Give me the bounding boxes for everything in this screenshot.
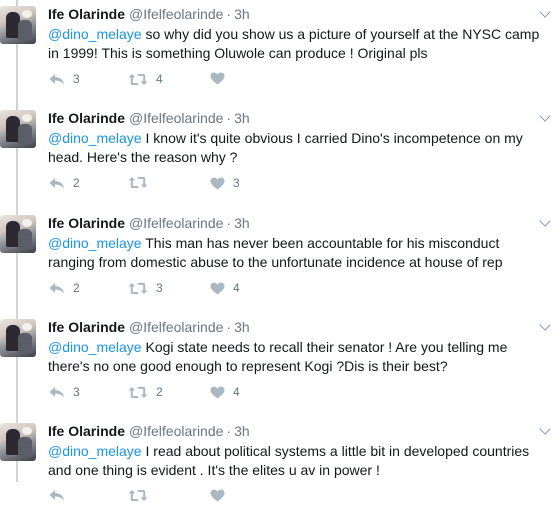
like-count: 4	[233, 281, 240, 295]
mention-link[interactable]: @dino_melaye	[48, 130, 142, 146]
author-handle[interactable]: @Ifelfeolarinde	[129, 6, 223, 22]
tweet-actions: 2 3	[48, 176, 348, 196]
author-name[interactable]: Ife Olarinde	[48, 6, 125, 22]
heart-icon	[210, 489, 225, 502]
chevron-down-icon[interactable]	[539, 110, 551, 122]
reply-count: 3	[73, 72, 80, 86]
tweet-actions: 3 4	[48, 72, 348, 92]
tweet-text: @dino_melaye This man has never been acc…	[48, 234, 548, 272]
heart-icon	[210, 282, 225, 294]
reply-count: 3	[73, 385, 80, 399]
like-count: 3	[233, 176, 240, 190]
like-count: 4	[233, 385, 240, 399]
like-button[interactable]	[210, 489, 233, 502]
tweet-text: @dino_melaye so why did you show us a pi…	[48, 25, 548, 63]
avatar[interactable]	[0, 319, 36, 357]
reply-button[interactable]: 3	[48, 385, 80, 399]
tweet: Ife Olarinde @Ifelfeolarinde · 3h @dino_mel…	[0, 313, 553, 417]
like-button[interactable]	[210, 72, 233, 85]
reply-count: 2	[73, 281, 80, 295]
retweet-button[interactable]	[128, 489, 156, 502]
tweet: Ife Olarinde @Ifelfeolarinde · 3h @dino_mel…	[0, 209, 553, 313]
retweet-button[interactable]: 4	[128, 72, 163, 86]
like-button[interactable]: 3	[210, 176, 240, 190]
retweet-icon	[128, 282, 148, 294]
tweet-text: @dino_melaye Kogi state needs to recall …	[48, 338, 548, 376]
author-handle[interactable]: @Ifelfeolarinde	[129, 110, 223, 126]
separator-dot: ·	[226, 6, 232, 22]
avatar[interactable]	[0, 423, 36, 461]
retweet-button[interactable]: 3	[128, 281, 163, 295]
separator-dot: ·	[226, 423, 232, 439]
retweet-button[interactable]	[128, 176, 156, 189]
tweet-header: Ife Olarinde @Ifelfeolarinde · 3h	[48, 110, 250, 126]
reply-icon	[49, 386, 64, 397]
separator-dot: ·	[226, 110, 232, 126]
like-button[interactable]: 4	[210, 385, 240, 399]
author-handle[interactable]: @Ifelfeolarinde	[129, 319, 223, 335]
heart-icon	[210, 72, 225, 85]
avatar[interactable]	[0, 110, 36, 148]
heart-icon	[210, 386, 225, 398]
chevron-down-icon[interactable]	[539, 6, 551, 18]
separator-dot: ·	[226, 215, 232, 231]
tweet-header: Ife Olarinde @Ifelfeolarinde · 3h	[48, 215, 250, 231]
tweet: Ife Olarinde @Ifelfeolarinde · 3h @dino_mel…	[0, 417, 553, 521]
author-name[interactable]: Ife Olarinde	[48, 319, 125, 335]
reply-button[interactable]: 3	[48, 72, 80, 86]
avatar[interactable]	[0, 6, 36, 44]
tweet-timestamp[interactable]: 3h	[234, 110, 250, 126]
tweet-timestamp[interactable]: 3h	[234, 423, 250, 439]
tweet-text: @dino_melaye I know it's quite obvious I…	[48, 129, 548, 167]
retweet-count: 4	[156, 72, 163, 86]
mention-link[interactable]: @dino_melaye	[48, 235, 142, 251]
tweet-timestamp[interactable]: 3h	[234, 215, 250, 231]
retweet-icon	[128, 177, 148, 188]
tweet-actions: 2 3 4	[48, 281, 348, 301]
tweet: Ife Olarinde @Ifelfeolarinde · 3h @dino_mel…	[0, 0, 553, 104]
mention-link[interactable]: @dino_melaye	[48, 339, 142, 355]
tweet-timestamp[interactable]: 3h	[234, 6, 250, 22]
retweet-icon	[128, 73, 148, 85]
reply-icon	[49, 490, 64, 501]
heart-icon	[210, 177, 225, 189]
like-button[interactable]: 4	[210, 281, 240, 295]
author-name[interactable]: Ife Olarinde	[48, 110, 125, 126]
tweet-header: Ife Olarinde @Ifelfeolarinde · 3h	[48, 6, 250, 22]
reply-icon	[49, 73, 64, 84]
separator-dot: ·	[226, 319, 232, 335]
author-handle[interactable]: @Ifelfeolarinde	[129, 215, 223, 231]
retweet-icon	[128, 386, 148, 398]
reply-icon	[49, 177, 64, 188]
mention-link[interactable]: @dino_melaye	[48, 443, 142, 459]
tweet: Ife Olarinde @Ifelfeolarinde · 3h @dino_mel…	[0, 104, 553, 208]
retweet-count: 2	[156, 385, 163, 399]
author-name[interactable]: Ife Olarinde	[48, 423, 125, 439]
author-handle[interactable]: @Ifelfeolarinde	[129, 423, 223, 439]
reply-button[interactable]: 2	[48, 176, 80, 190]
tweet-actions	[48, 489, 348, 509]
reply-icon	[49, 282, 64, 293]
retweet-button[interactable]: 2	[128, 385, 163, 399]
tweet-actions: 3 2 4	[48, 385, 348, 405]
reply-button[interactable]	[48, 489, 73, 502]
reply-count: 2	[73, 176, 80, 190]
retweet-icon	[128, 490, 148, 501]
chevron-down-icon[interactable]	[539, 423, 551, 435]
avatar[interactable]	[0, 215, 36, 253]
tweet-header: Ife Olarinde @Ifelfeolarinde · 3h	[48, 319, 250, 335]
tweet-timestamp[interactable]: 3h	[234, 319, 250, 335]
mention-link[interactable]: @dino_melaye	[48, 26, 142, 42]
retweet-count: 3	[156, 281, 163, 295]
author-name[interactable]: Ife Olarinde	[48, 215, 125, 231]
tweet-text: @dino_melaye I read about political syst…	[48, 442, 548, 480]
reply-button[interactable]: 2	[48, 281, 80, 295]
chevron-down-icon[interactable]	[539, 319, 551, 331]
chevron-down-icon[interactable]	[539, 215, 551, 227]
tweet-header: Ife Olarinde @Ifelfeolarinde · 3h	[48, 423, 250, 439]
